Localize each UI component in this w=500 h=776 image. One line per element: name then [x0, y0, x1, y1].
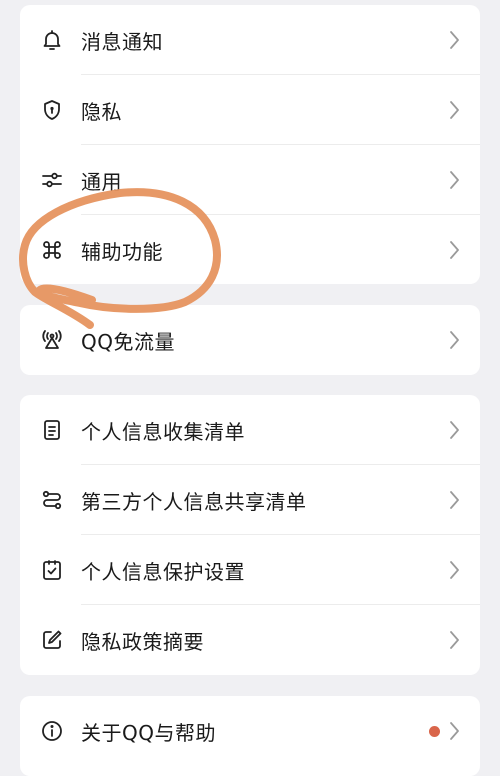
settings-group-general: 消息通知 隐私 通用 辅助功能	[20, 5, 480, 284]
shield-icon	[40, 98, 64, 122]
antenna-icon	[40, 328, 64, 352]
chevron-right-icon	[448, 240, 460, 260]
chevron-right-icon	[448, 330, 460, 350]
settings-item-label: 通用	[81, 169, 122, 194]
settings-group-data: QQ免流量	[20, 305, 480, 375]
edit-icon	[40, 628, 64, 652]
settings-item-label: 个人信息收集清单	[81, 419, 245, 444]
chevron-right-icon	[448, 170, 460, 190]
settings-item-privacy[interactable]: 隐私	[20, 75, 480, 145]
chevron-right-icon	[448, 420, 460, 440]
document-icon	[40, 418, 64, 442]
settings-item-general[interactable]: 通用	[20, 145, 480, 215]
chevron-right-icon	[448, 721, 460, 741]
settings-item-qq-free-data[interactable]: QQ免流量	[20, 305, 480, 375]
chevron-right-icon	[448, 30, 460, 50]
settings-item-label: 第三方个人信息共享清单	[81, 489, 307, 514]
settings-item-info-protection-settings[interactable]: 个人信息保护设置	[20, 535, 480, 605]
bell-icon	[40, 28, 64, 52]
chevron-right-icon	[448, 630, 460, 650]
settings-item-label: 辅助功能	[81, 239, 163, 264]
settings-group-personal-info: 个人信息收集清单 第三方个人信息共享清单 个人信息保护设置 隐私政策摘要	[20, 395, 480, 675]
settings-item-label: 关于QQ与帮助	[81, 720, 216, 745]
info-icon	[40, 719, 64, 743]
settings-item-about-help[interactable]: 关于QQ与帮助	[20, 696, 480, 766]
settings-group-about: 关于QQ与帮助	[20, 696, 480, 776]
chevron-right-icon	[448, 100, 460, 120]
settings-item-label: QQ免流量	[81, 329, 175, 354]
sliders-icon	[40, 168, 64, 192]
settings-item-accessibility[interactable]: 辅助功能	[20, 215, 480, 284]
settings-item-privacy-policy-summary[interactable]: 隐私政策摘要	[20, 605, 480, 675]
chevron-right-icon	[448, 560, 460, 580]
share-flow-icon	[40, 488, 64, 512]
command-icon	[40, 238, 64, 262]
settings-item-label: 消息通知	[81, 29, 163, 54]
settings-item-label: 隐私	[81, 99, 122, 124]
notification-dot	[429, 726, 440, 737]
settings-item-third-party-sharing-list[interactable]: 第三方个人信息共享清单	[20, 465, 480, 535]
settings-item-label: 隐私政策摘要	[81, 629, 204, 654]
chevron-right-icon	[448, 490, 460, 510]
settings-item-label: 个人信息保护设置	[81, 559, 245, 584]
checkbox-icon	[40, 558, 64, 582]
settings-item-notifications[interactable]: 消息通知	[20, 5, 480, 75]
settings-item-info-collection-list[interactable]: 个人信息收集清单	[20, 395, 480, 465]
